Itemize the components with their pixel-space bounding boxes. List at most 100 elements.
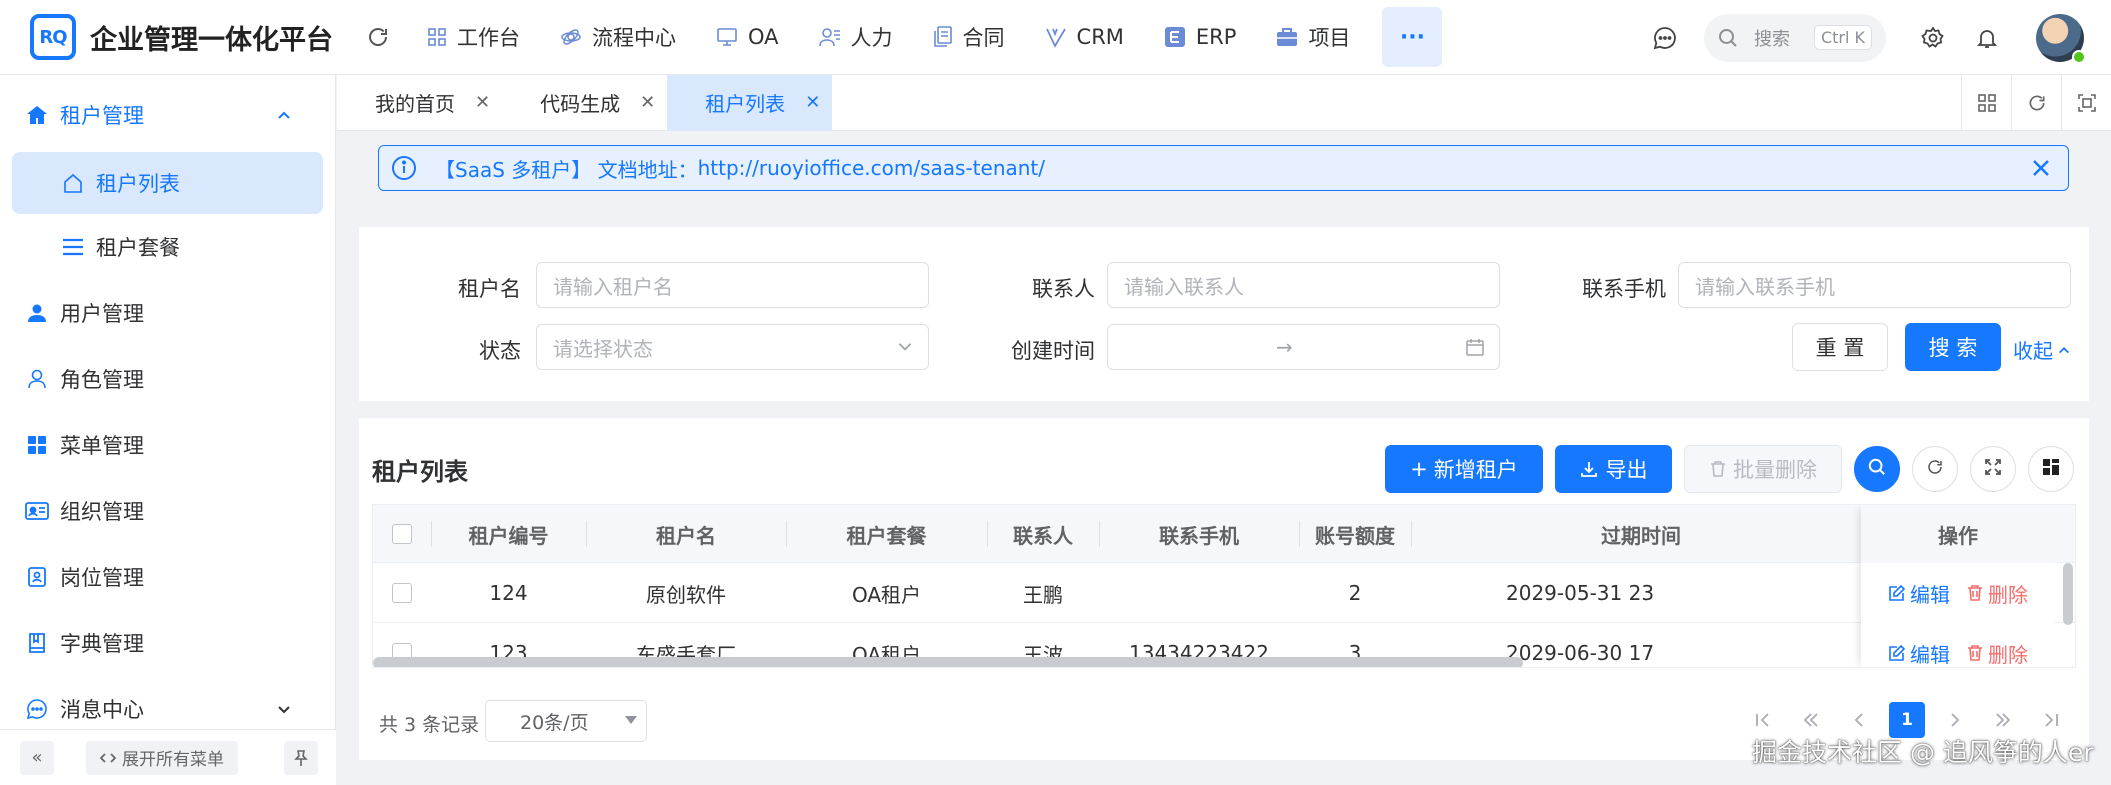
sidebar-item-tenant-management[interactable]: 租户管理	[12, 84, 323, 146]
close-icon[interactable]	[2028, 155, 2054, 181]
topnav-oa[interactable]: OA	[696, 7, 799, 67]
sidebar-item-users[interactable]: 用户管理	[12, 282, 323, 344]
expand-all-menus-button[interactable]: 展开所有菜单	[86, 740, 238, 775]
refresh-table-button[interactable]	[1912, 446, 1958, 492]
topnav-hr[interactable]: 人力	[799, 7, 913, 67]
tabs-tools	[1961, 75, 2111, 131]
close-icon[interactable]: ✕	[805, 92, 820, 113]
vertical-scrollbar[interactable]	[2063, 563, 2073, 625]
sidebar-item-roles[interactable]: 角色管理	[12, 348, 323, 410]
collapse-search-link[interactable]: 收起	[2013, 335, 2071, 364]
select-all-checkbox[interactable]	[392, 524, 412, 544]
fullscreen-icon[interactable]	[2061, 75, 2111, 131]
topnav-label: 项目	[1308, 26, 1351, 50]
mobile-cell	[1099, 563, 1299, 623]
column-header[interactable]: 过期时间	[1411, 505, 1681, 563]
topnav-erp[interactable]: ERP	[1144, 7, 1257, 67]
date-range-separator: →	[1276, 335, 1293, 359]
edit-button[interactable]: 编辑	[1888, 579, 1950, 608]
row-checkbox[interactable]	[392, 583, 412, 603]
code-icon	[100, 751, 116, 765]
search-icon	[1718, 28, 1738, 48]
gear-icon[interactable]	[1918, 23, 1948, 53]
expand-all-label: 展开所有菜单	[122, 750, 224, 770]
topnav-contract[interactable]: 合同	[913, 7, 1025, 67]
chevron-up-icon	[2057, 343, 2071, 357]
tenant-name-label: 租户名	[458, 277, 521, 301]
tab-label: 租户列表	[705, 92, 786, 116]
column-settings-button[interactable]	[2028, 446, 2074, 492]
mobile-input[interactable]: 请输入联系手机	[1678, 262, 2071, 308]
app-title: 企业管理一体化平台	[90, 24, 333, 56]
column-header[interactable]: 租户编号	[431, 505, 586, 563]
tab-tenant-list[interactable]: 租户列表 ✕	[667, 74, 833, 131]
sidebar-item-label: 组织管理	[60, 500, 144, 524]
fullscreen-table-button[interactable]	[1970, 446, 2016, 492]
dict-icon	[24, 632, 50, 654]
tenant-name-input[interactable]: 请输入租户名	[536, 262, 929, 308]
status-select[interactable]: 请选择状态	[536, 324, 929, 370]
sidebar-item-org[interactable]: 组织管理	[12, 480, 323, 542]
sidebar-item-tenant-package[interactable]: 租户套餐	[12, 216, 323, 278]
export-button[interactable]: 导出	[1555, 445, 1672, 493]
docs-link[interactable]: http://ruoyioffice.com/saas-tenant/	[698, 156, 1045, 180]
chat-icon[interactable]	[1650, 23, 1680, 53]
created-date-range[interactable]: →	[1107, 324, 1500, 370]
logo[interactable]: RQ 企业管理一体化平台	[30, 0, 333, 75]
search-icon	[1868, 457, 1886, 481]
topnav-project[interactable]: 项目	[1256, 7, 1370, 67]
batch-delete-button[interactable]: 批量删除	[1684, 445, 1842, 493]
page-size-select[interactable]: 20条/页	[485, 700, 647, 742]
sidebar-item-posts[interactable]: 岗位管理	[12, 546, 323, 608]
reset-button[interactable]: 重 置	[1792, 323, 1888, 371]
add-tenant-button[interactable]: + 新增租户	[1385, 445, 1543, 493]
sidebar-item-tenant-list[interactable]: 租户列表	[12, 152, 323, 214]
sidebar-footer: « 展开所有菜单	[0, 729, 336, 785]
column-header[interactable]: 联系人	[987, 505, 1099, 563]
tab-home[interactable]: 我的首页 ✕	[337, 75, 502, 131]
column-header[interactable]: 租户名	[586, 505, 786, 563]
column-header[interactable]: 联系手机	[1099, 505, 1299, 563]
pin-icon[interactable]	[284, 740, 318, 775]
edit-button[interactable]: 编辑	[1888, 639, 1950, 668]
toggle-search-button[interactable]	[1854, 446, 1900, 492]
column-header[interactable]: 账号额度	[1299, 505, 1411, 563]
download-icon	[1580, 460, 1598, 478]
topnav-dashboard[interactable]: 工作台	[407, 7, 540, 67]
batch-delete-label: 批量删除	[1733, 458, 1817, 482]
collapse-sidebar-button[interactable]: «	[20, 740, 54, 775]
sidebar-item-label: 菜单管理	[60, 434, 144, 458]
more-menu-button[interactable]: ···	[1382, 7, 1443, 67]
delete-button[interactable]: 删除	[1966, 639, 2028, 668]
refresh-icon	[1926, 457, 1944, 481]
horizontal-scrollbar[interactable]	[373, 657, 1523, 667]
project-icon	[1276, 27, 1298, 47]
table-panel: 租户列表 + 新增租户 导出 批量删除 租户编号 租户名 租户套餐 联系人 联系…	[359, 418, 2089, 760]
bell-icon[interactable]	[1972, 23, 2002, 53]
tabs-grid-icon[interactable]	[1961, 75, 2011, 131]
status-placeholder: 请选择状态	[553, 336, 653, 361]
fold-label: 收起	[2013, 339, 2053, 363]
caret-down-icon	[624, 715, 638, 725]
tab-code-gen[interactable]: 代码生成 ✕	[502, 75, 667, 131]
close-icon[interactable]: ✕	[475, 92, 490, 113]
topnav-crm[interactable]: CRM	[1025, 7, 1144, 67]
row-actions: 编辑 删除	[1861, 563, 2055, 623]
status-label: 状态	[479, 339, 521, 363]
search-button[interactable]: 搜 索	[1905, 323, 2001, 371]
sidebar-item-dict[interactable]: 字典管理	[12, 612, 323, 674]
tenant-icon	[24, 104, 50, 126]
avatar[interactable]	[2036, 13, 2086, 64]
column-header[interactable]: 租户套餐	[786, 505, 987, 563]
table-row[interactable]: 124 原创软件 OA租户 王鹏 2 2029-05-31 23	[373, 563, 2075, 623]
topnav-workflow[interactable]: 流程中心	[540, 7, 696, 67]
erp-icon	[1164, 26, 1186, 48]
top-bar: RQ 企业管理一体化平台 工作台 流程中心 OA 人力 合同 CRM ERP 项…	[0, 0, 2111, 75]
global-search[interactable]: 搜索 Ctrl K	[1704, 13, 1886, 62]
refresh-icon[interactable]	[363, 22, 393, 52]
close-icon[interactable]: ✕	[640, 92, 655, 113]
contact-input[interactable]: 请输入联系人	[1107, 262, 1500, 308]
tabs-refresh-icon[interactable]	[2011, 75, 2061, 131]
sidebar-item-menus[interactable]: 菜单管理	[12, 414, 323, 476]
delete-button[interactable]: 删除	[1966, 579, 2028, 608]
